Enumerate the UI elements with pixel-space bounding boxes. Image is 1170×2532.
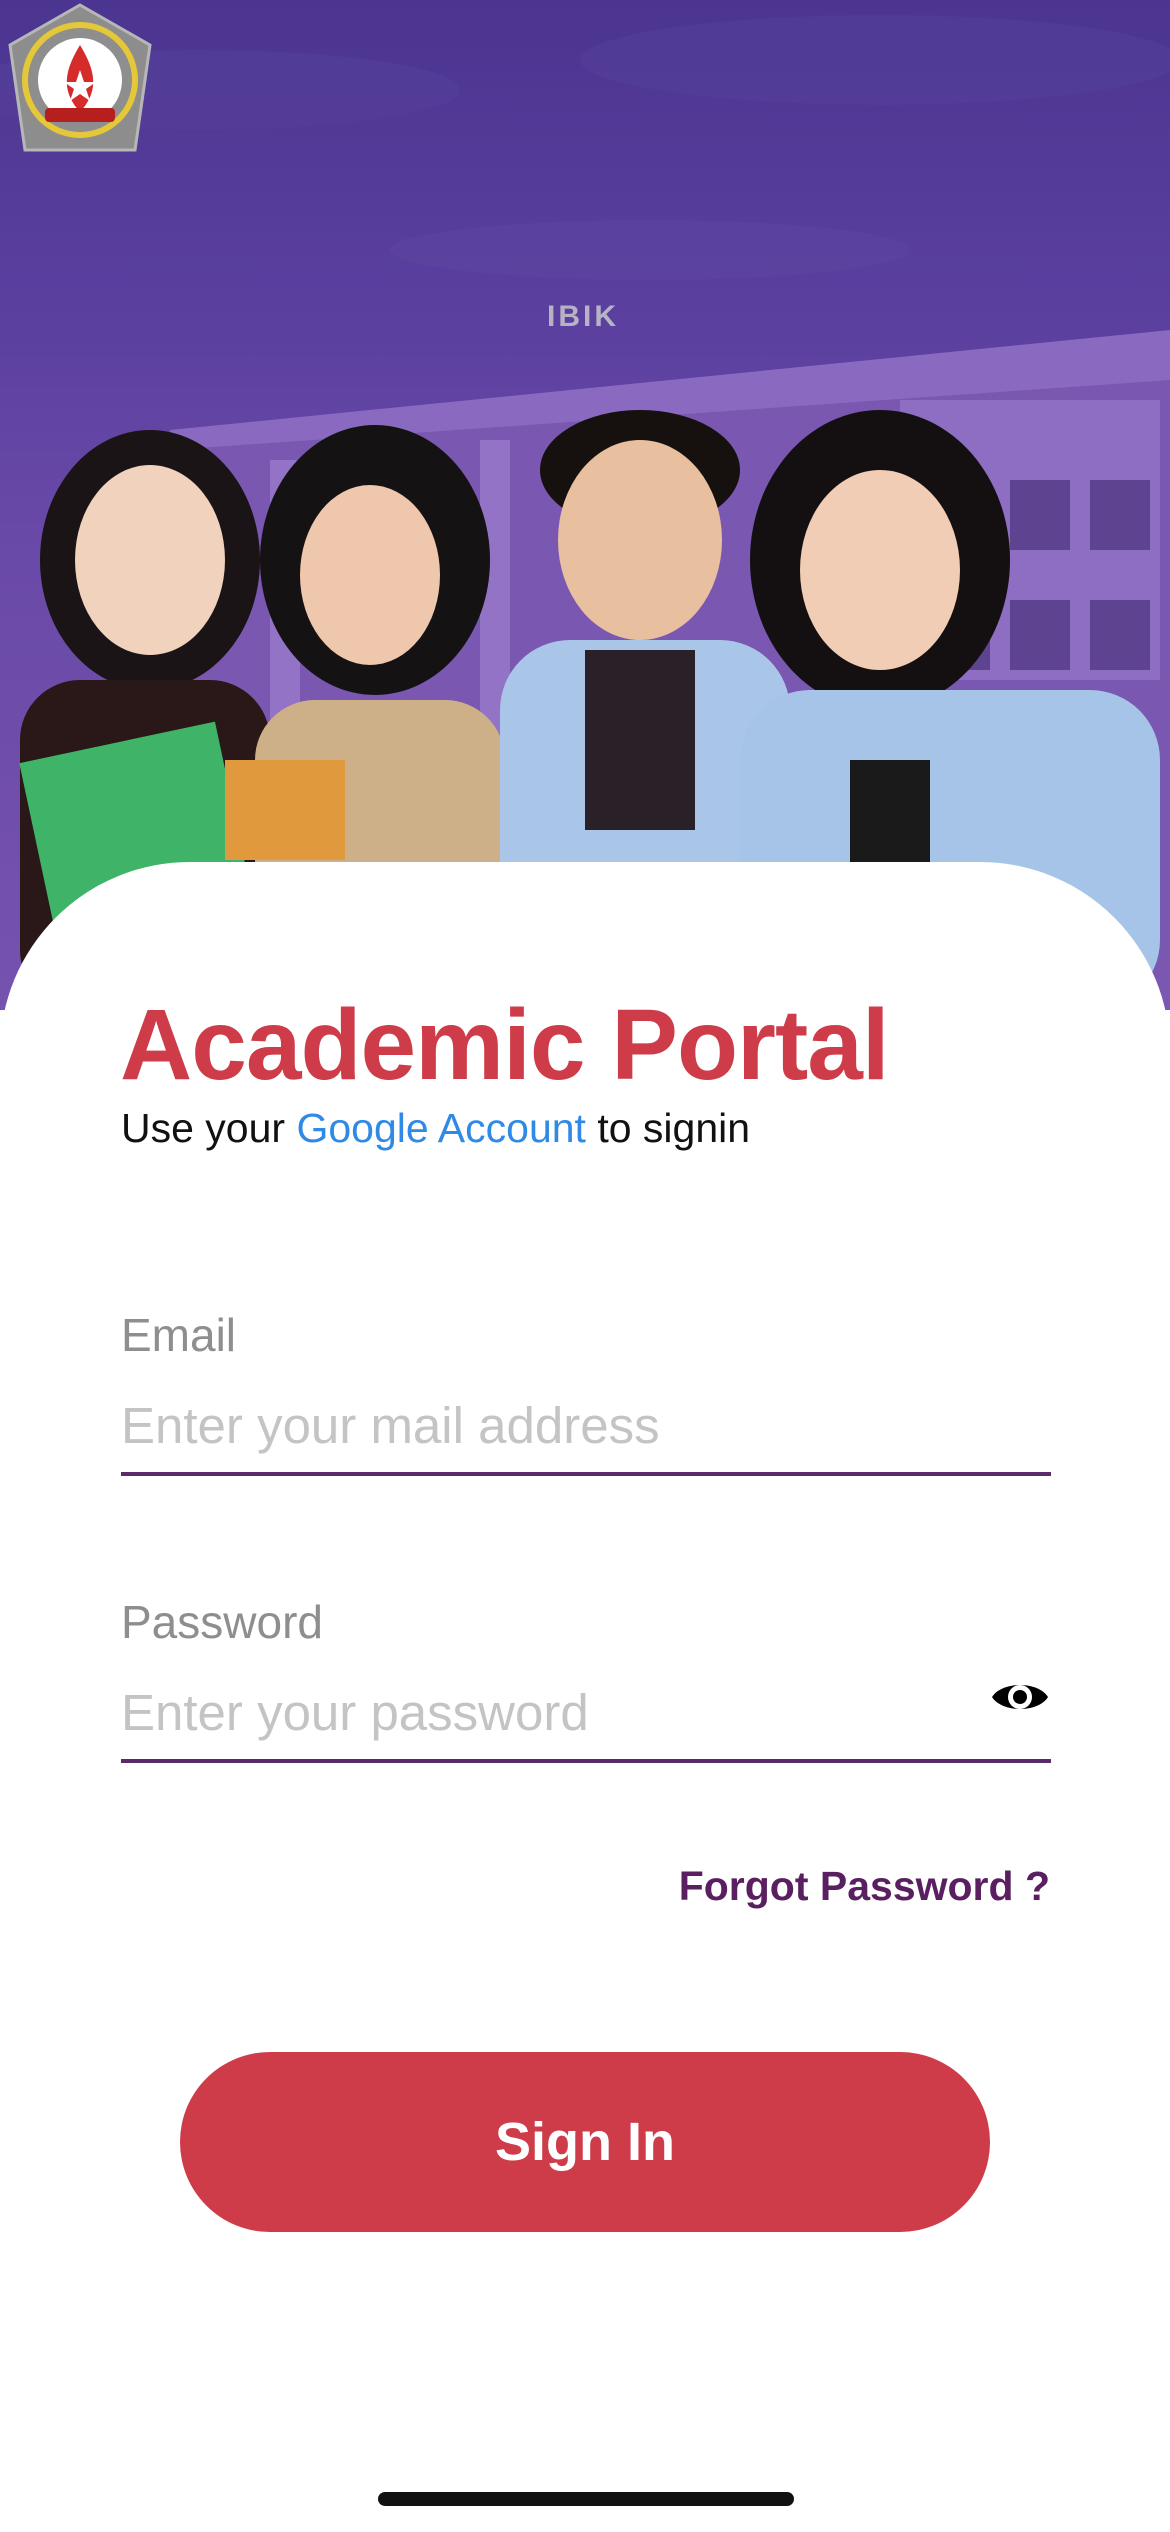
ibik-logo-icon <box>8 3 152 152</box>
password-label: Password <box>121 1596 323 1648</box>
email-label: Email <box>121 1309 237 1361</box>
campus-photo <box>0 15 1170 1010</box>
logo-text: IBIK <box>547 300 619 333</box>
email-field[interactable] <box>121 1385 1051 1465</box>
subtitle-prefix: Use your <box>121 1105 297 1151</box>
google-account-link[interactable]: Google Account <box>296 1105 585 1151</box>
password-field[interactable] <box>121 1672 971 1752</box>
subtitle-suffix: to signin <box>585 1105 751 1151</box>
eye-icon[interactable] <box>990 1675 1050 1719</box>
home-indicator[interactable] <box>378 2492 794 2506</box>
login-screen: IBIK Academic Portal Use your Google Acc… <box>0 0 1170 2532</box>
hero-banner: IBIK <box>0 0 1170 1010</box>
password-underline <box>121 1759 1051 1763</box>
email-underline <box>121 1472 1051 1476</box>
forgot-password-link[interactable]: Forgot Password ? <box>679 1863 1050 1910</box>
page-title: Academic Portal <box>120 989 890 1101</box>
sign-in-button[interactable]: Sign In <box>180 2052 990 2232</box>
subtitle: Use your Google Account to signin <box>121 1105 750 1152</box>
